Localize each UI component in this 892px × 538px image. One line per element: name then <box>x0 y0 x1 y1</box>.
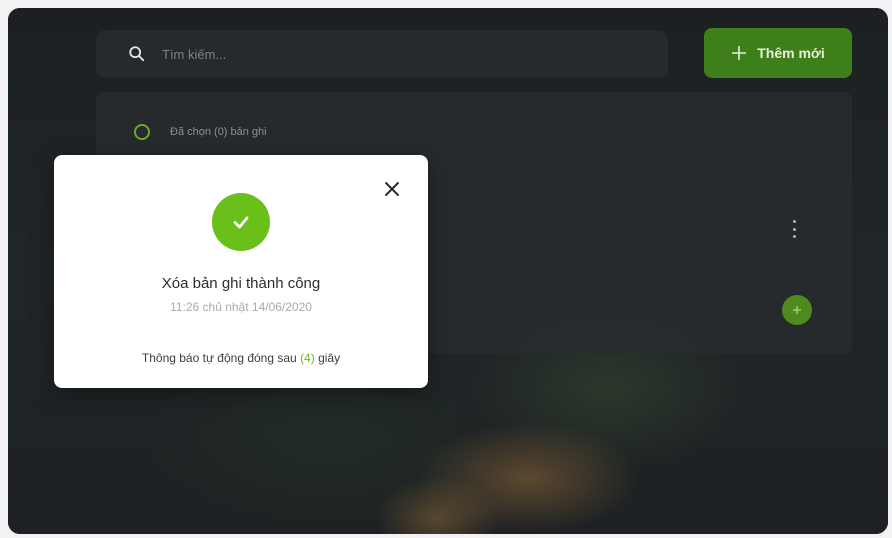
selection-row: Đã chọn (0) bản ghi <box>134 124 267 140</box>
dialog-timestamp: 11:26 chủ nhật 14/06/2020 <box>170 300 312 314</box>
more-vertical-icon[interactable] <box>790 220 798 238</box>
search-bar[interactable] <box>96 30 668 78</box>
close-icon[interactable] <box>382 179 402 199</box>
search-input[interactable] <box>160 38 644 70</box>
dialog-footer: Thông báo tự động đóng sau (4) giây <box>54 351 428 365</box>
success-badge <box>212 193 270 251</box>
fab-button[interactable] <box>782 295 812 325</box>
selection-count-text: Đã chọn (0) bản ghi <box>170 126 267 138</box>
add-new-button[interactable]: Thêm mới <box>704 28 852 78</box>
add-new-label: Thêm mới <box>757 45 825 61</box>
footer-prefix: Thông báo tự động đóng sau <box>141 351 297 365</box>
check-icon <box>233 216 249 229</box>
fab-icon <box>793 306 801 314</box>
search-icon <box>129 46 145 62</box>
dialog-title: Xóa bản ghi thành công <box>161 275 321 292</box>
select-all-checkbox[interactable] <box>134 124 150 140</box>
plus-icon <box>732 46 747 60</box>
success-dialog: Xóa bản ghi thành công 11:26 chủ nhật 14… <box>54 155 428 388</box>
footer-suffix: giây <box>318 351 341 365</box>
countdown-value: (4) <box>300 351 315 365</box>
